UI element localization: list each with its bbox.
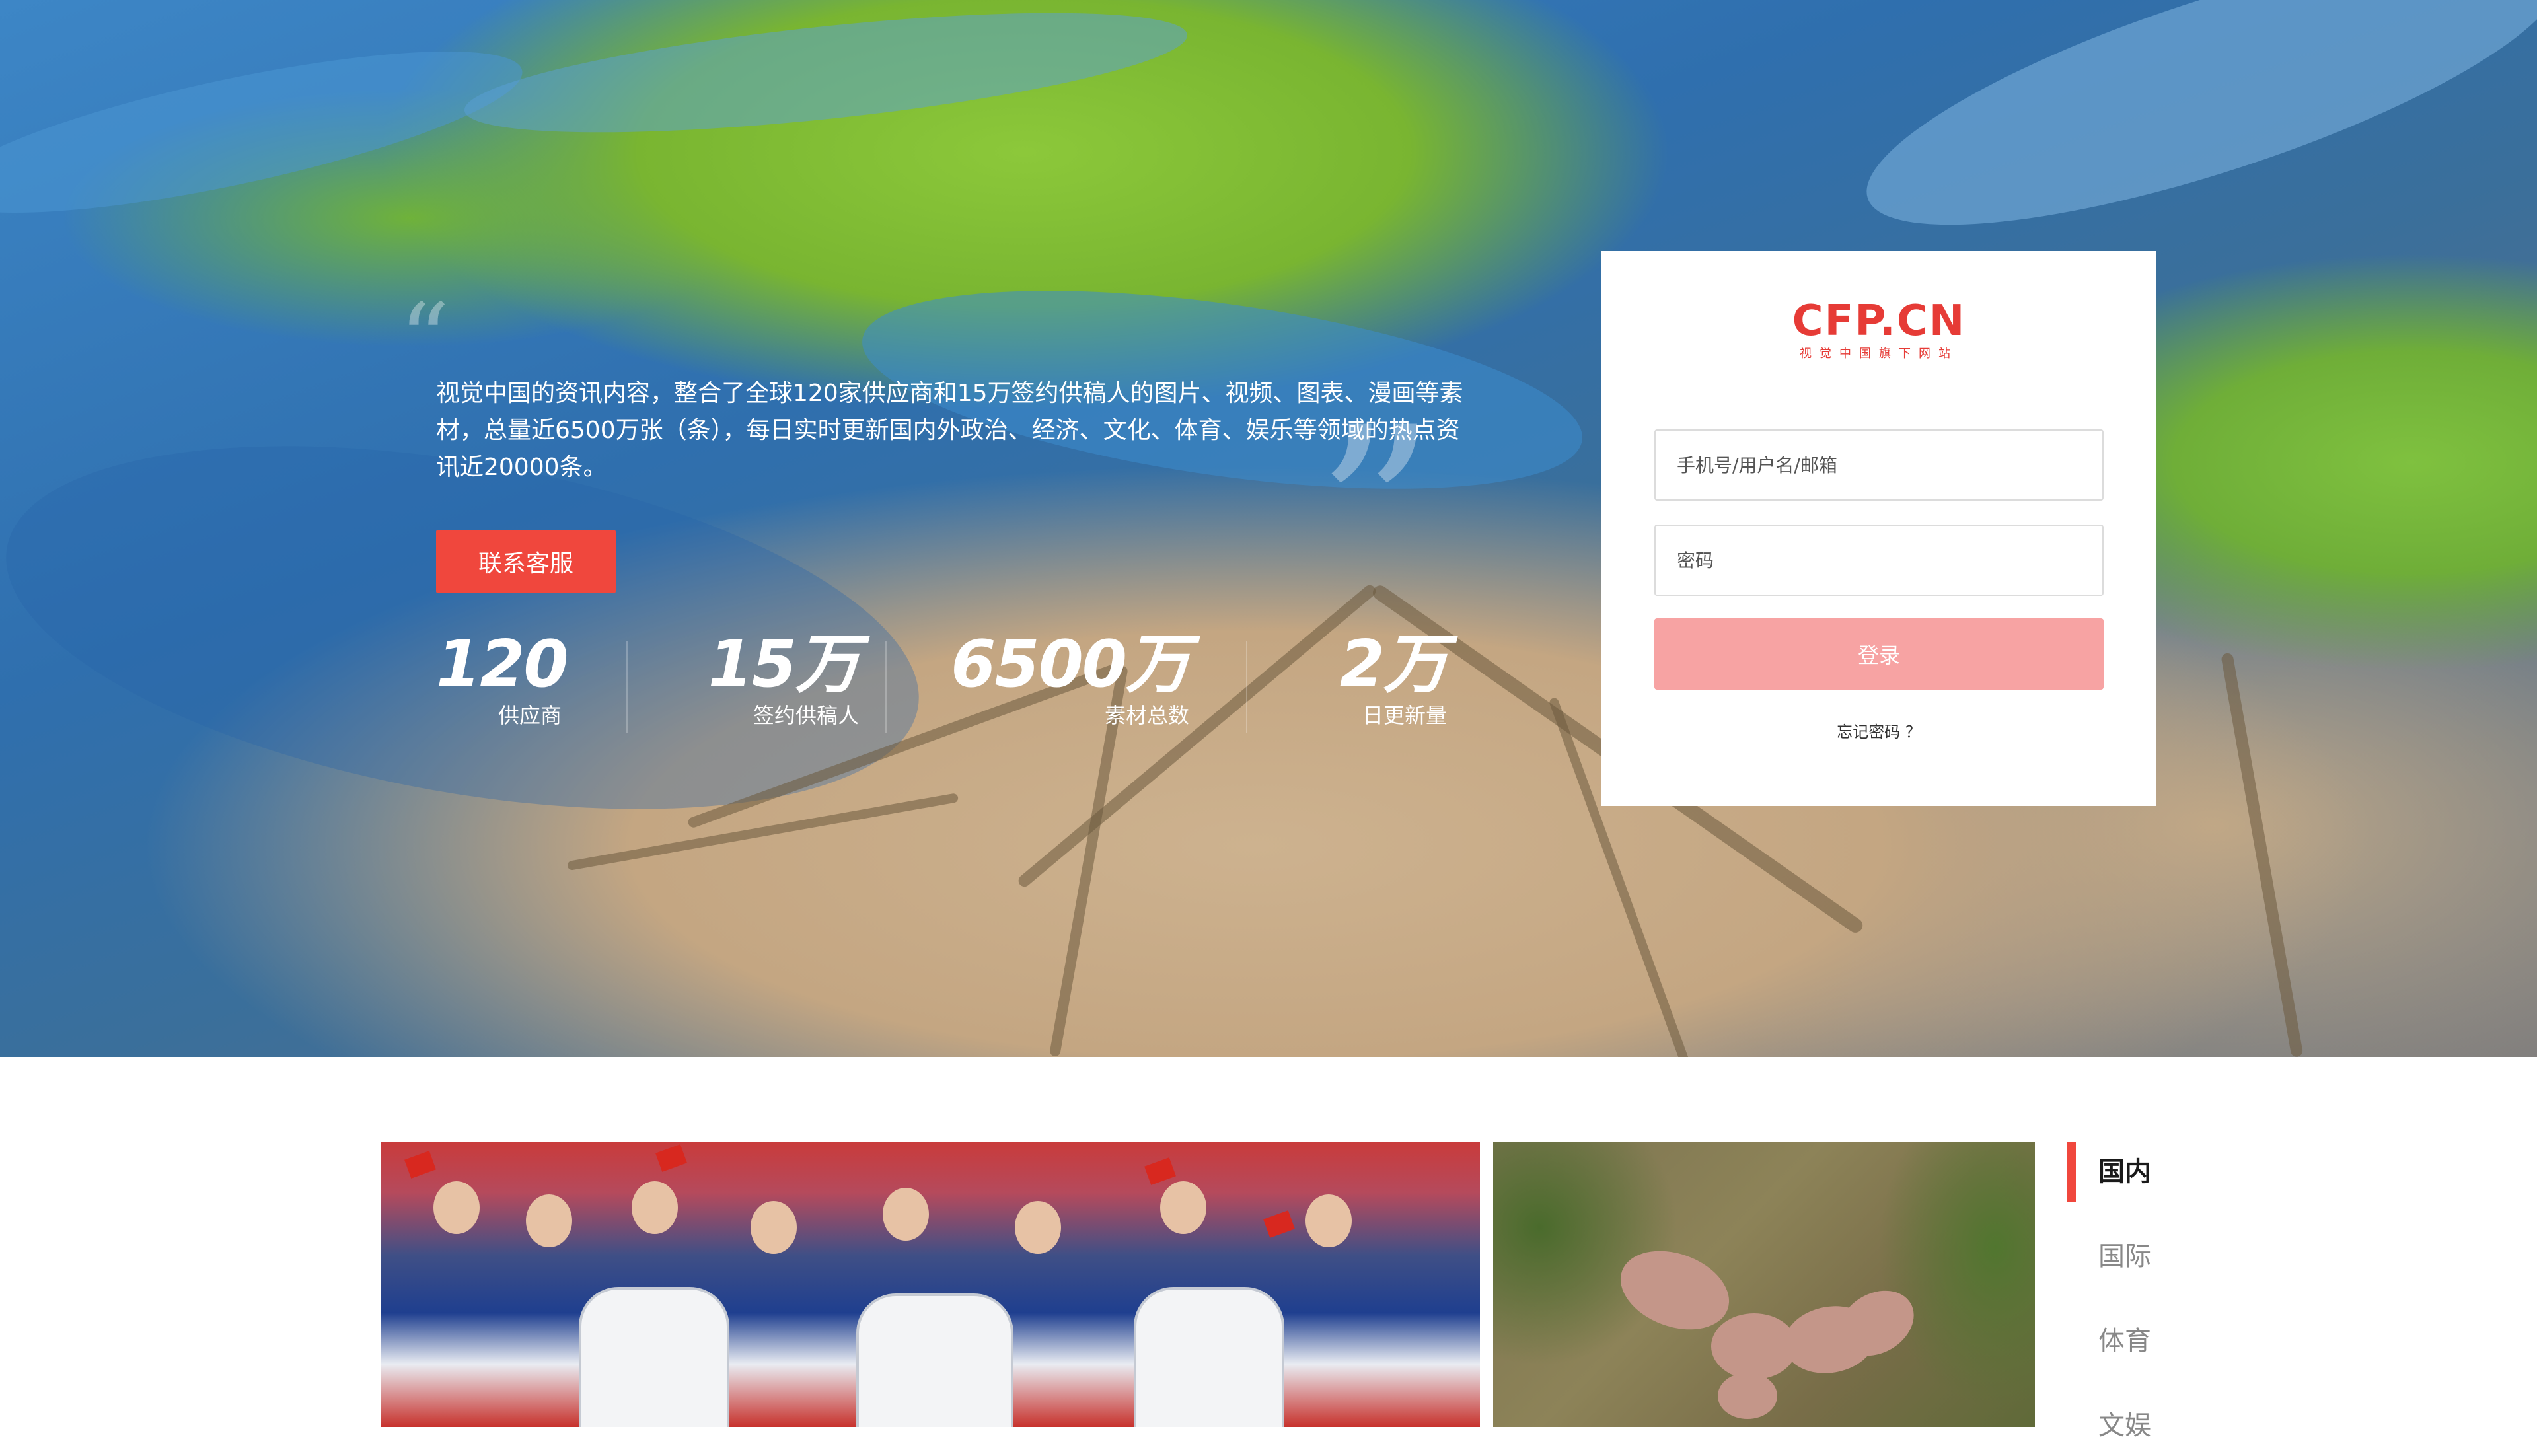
stat-label: 素材总数 [1104, 703, 1189, 728]
logo-subtitle: 视觉中国旗下网站 [1800, 347, 1958, 361]
flag-icon [1263, 1210, 1295, 1238]
crowd-face [433, 1181, 480, 1234]
flag-icon [1144, 1157, 1176, 1185]
river-channel [0, 18, 533, 246]
astronaut-figure [856, 1293, 1013, 1427]
crowd-face [1015, 1201, 1061, 1254]
tab-domestic[interactable]: 国内 [2067, 1142, 2151, 1202]
stat-value: 15万 [708, 627, 860, 702]
stat-label: 供应商 [497, 703, 562, 728]
stat-label: 日更新量 [1362, 703, 1447, 728]
stat-value: 120 [436, 627, 569, 702]
login-button[interactable]: 登录 [1654, 618, 2104, 690]
stat-value: 6500万 [951, 627, 1191, 702]
username-input[interactable] [1654, 429, 2104, 501]
tab-international[interactable]: 国际 [2067, 1226, 2151, 1287]
stat-suppliers: 120 供应商 [436, 627, 569, 729]
tab-entertainment[interactable]: 文娱 [2067, 1395, 2151, 1456]
stats-row: 120 供应商 15万 签约供稿人 6500万 素材总数 2万 日更新量 [436, 628, 1493, 740]
crowd-face [751, 1201, 797, 1254]
stat-total-assets: 6500万 素材总数 [938, 627, 1191, 729]
news-image-astronauts[interactable] [381, 1142, 1480, 1427]
stat-label: 签约供稿人 [753, 703, 859, 728]
astronaut-figure [579, 1287, 729, 1427]
logo-text: CFP.CN [1792, 297, 1966, 346]
cfp-logo[interactable]: CFP.CN 视觉中国旗下网站 [1601, 296, 2156, 362]
flag-icon [404, 1151, 436, 1179]
contact-service-button[interactable]: 联系客服 [436, 530, 616, 593]
stat-divider [1246, 641, 1247, 733]
crowd-face [526, 1194, 572, 1247]
login-panel: CFP.CN 视觉中国旗下网站 登录 忘记密码 ？ [1601, 251, 2156, 806]
stat-divider [885, 641, 887, 733]
elephant-shape [1718, 1373, 1777, 1419]
crowd-face [632, 1181, 678, 1234]
delta-vein [2221, 652, 2304, 1057]
astronaut-figure [1134, 1287, 1284, 1427]
news-image-elephants[interactable] [1493, 1142, 2035, 1427]
crowd-face [1305, 1194, 1352, 1247]
river-channel [459, 0, 1193, 157]
stat-value: 2万 [1339, 627, 1448, 702]
river-channel [1841, 0, 2537, 280]
tab-sports[interactable]: 体育 [2067, 1311, 2151, 1371]
hero-banner: “ ” 视觉中国的资讯内容，整合了全球120家供应商和15万签约供稿人的图片、视… [0, 0, 2537, 1057]
stat-divider [626, 641, 628, 733]
forgot-password-link[interactable]: 忘记密码 ？ [1601, 719, 2156, 742]
flag-icon [655, 1144, 687, 1172]
crowd-face [883, 1188, 929, 1241]
password-input[interactable] [1654, 525, 2104, 596]
stat-daily-updates: 2万 日更新量 [1288, 627, 1448, 729]
hero-description: 视觉中国的资讯内容，整合了全球120家供应商和15万签约供稿人的图片、视频、图表… [436, 380, 1463, 481]
crowd-face [1160, 1181, 1206, 1234]
stat-contributors: 15万 签约供稿人 [687, 627, 860, 729]
